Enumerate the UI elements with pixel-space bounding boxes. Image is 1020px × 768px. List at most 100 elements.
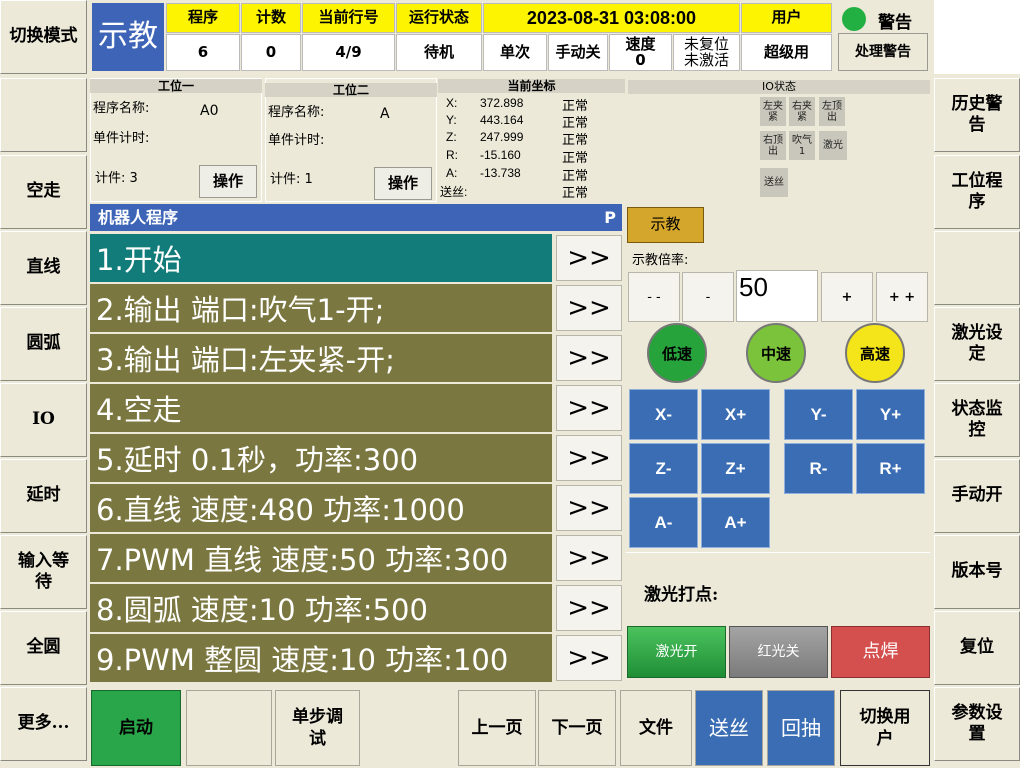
switch-mode-button[interactable]: 切换模式 [0, 0, 87, 74]
previous-page-button[interactable]: 上一页 [458, 690, 536, 766]
program-flag: P [604, 208, 616, 227]
reset-button[interactable]: 复位 [934, 611, 1020, 685]
datetime-display: 2023-08-31 03:08:00 [483, 3, 740, 33]
program-line[interactable]: 1.开始 [90, 234, 552, 282]
program-line[interactable]: 6.直线 速度:480 功率:1000 [90, 484, 552, 532]
program-line[interactable]: 7.PWM 直线 速度:50 功率:300 [90, 534, 552, 582]
program-line[interactable]: 3.输出 端口:左夹紧-开; [90, 334, 552, 382]
io-button[interactable]: IO [0, 383, 87, 457]
laser-point-label: 激光打点: [644, 585, 719, 605]
spot-weld-button[interactable]: 点焊 [831, 626, 930, 678]
io-laser: 激光 [819, 131, 847, 160]
jog-r-minus-button[interactable]: R- [784, 443, 853, 494]
station-program-button[interactable]: 工位程序 [934, 155, 1020, 229]
full-circle-button[interactable]: 全圆 [0, 611, 87, 685]
jog-x-plus-button[interactable]: X+ [701, 389, 770, 440]
step-debug-button[interactable]: 单步调试 [275, 690, 360, 766]
program-line-edit-button[interactable]: >> [556, 335, 622, 381]
laser-on-button[interactable]: 激光开 [627, 626, 726, 678]
program-line[interactable]: 9.PWM 整圆 速度:10 功率:100 [90, 634, 552, 682]
program-line[interactable]: 4.空走 [90, 384, 552, 432]
program-line-edit-button[interactable]: >> [556, 585, 622, 631]
history-alarm-button[interactable]: 历史警告 [934, 78, 1020, 152]
io-wire-feed: 送丝 [760, 168, 788, 197]
more-button[interactable]: 更多... [0, 687, 87, 761]
laser-settings-button[interactable]: 激光设定 [934, 307, 1020, 381]
mode-indicator: 示教 [92, 3, 164, 71]
left-blank-button[interactable] [0, 78, 87, 152]
jog-a-plus-button[interactable]: A+ [701, 497, 770, 548]
next-page-button[interactable]: 下一页 [538, 690, 616, 766]
jog-a-minus-button[interactable]: A- [629, 497, 698, 548]
jog-x-minus-button[interactable]: X- [629, 389, 698, 440]
mid-speed-button[interactable]: 中速 [746, 323, 806, 383]
program-line-edit-button[interactable]: >> [556, 485, 622, 531]
jog-y-plus-button[interactable]: Y+ [856, 389, 925, 440]
arc-button[interactable]: 圆弧 [0, 307, 87, 381]
coord-axis: A: [446, 166, 458, 180]
bottom-blank-button[interactable] [186, 690, 272, 766]
coord-value: 372.898 [480, 96, 524, 110]
program-line-edit-button[interactable]: >> [556, 635, 622, 681]
status-label: 运行状态 [396, 3, 482, 33]
teach-divider [626, 552, 930, 553]
station2-name-value: A [380, 106, 390, 122]
rate-increase-large-button[interactable]: + + [876, 272, 928, 322]
station2-operate-button[interactable]: 操作 [374, 167, 432, 200]
io-blow1: 吹气1 [789, 131, 815, 160]
switch-user-button[interactable]: 切换用户 [840, 690, 930, 766]
single-cycle-button[interactable]: 单次 [483, 34, 547, 71]
version-button[interactable]: 版本号 [934, 535, 1020, 609]
right-blank-button[interactable] [934, 231, 1020, 305]
coord-status: 正常 [562, 150, 589, 165]
low-speed-button[interactable]: 低速 [647, 323, 707, 383]
jog-z-minus-button[interactable]: Z- [629, 443, 698, 494]
coord-axis: Z: [446, 130, 457, 144]
program-line-edit-button[interactable]: >> [556, 535, 622, 581]
teach-rate-label: 示教倍率: [632, 253, 689, 268]
program-line[interactable]: 2.输出 端口:吹气1-开; [90, 284, 552, 332]
station1-operate-button[interactable]: 操作 [199, 165, 257, 198]
delay-button[interactable]: 延时 [0, 459, 87, 533]
teach-rate-input[interactable]: 50 [736, 270, 818, 322]
line-label: 当前行号 [302, 3, 395, 33]
rate-decrease-button[interactable]: - [682, 272, 734, 322]
input-wait-button[interactable]: 输入等待 [0, 535, 87, 609]
manual-on-button[interactable]: 手动开 [934, 459, 1020, 533]
io-right-eject: 右顶出 [760, 131, 786, 160]
jog-y-minus-button[interactable]: Y- [784, 389, 853, 440]
alarm-status-icon [842, 7, 866, 31]
program-line-edit-button[interactable]: >> [556, 235, 622, 281]
parameter-settings-button[interactable]: 参数设置 [934, 687, 1020, 761]
jog-z-plus-button[interactable]: Z+ [701, 443, 770, 494]
idle-move-button[interactable]: 空走 [0, 155, 87, 229]
manual-off-button[interactable]: 手动关 [548, 34, 608, 71]
rate-decrease-large-button[interactable]: - - [628, 272, 680, 322]
status-monitor-button[interactable]: 状态监控 [934, 383, 1020, 457]
wire-feed-button[interactable]: 送丝 [695, 690, 763, 766]
rate-increase-button[interactable]: + [821, 272, 873, 322]
coord-status: 正常 [562, 185, 589, 200]
file-button[interactable]: 文件 [620, 690, 692, 766]
program-line-edit-button[interactable]: >> [556, 285, 622, 331]
wire-retract-button[interactable]: 回抽 [767, 690, 835, 766]
station2-name-label: 程序名称: [268, 105, 325, 120]
start-button[interactable]: 启动 [91, 690, 181, 766]
line-value: 4/9 [302, 34, 395, 71]
program-value: 6 [166, 34, 240, 71]
user-value: 超级用 [741, 34, 832, 71]
jog-r-plus-button[interactable]: R+ [856, 443, 925, 494]
station1-name-label: 程序名称: [93, 101, 150, 116]
program-line[interactable]: 8.圆弧 速度:10 功率:500 [90, 584, 552, 632]
program-line[interactable]: 5.延时 0.1秒，功率:300 [90, 434, 552, 482]
coord-value: -15.160 [480, 148, 521, 162]
program-label: 程序 [166, 3, 240, 33]
high-speed-button[interactable]: 高速 [845, 323, 905, 383]
red-light-off-button[interactable]: 红光关 [729, 626, 828, 678]
program-line-edit-button[interactable]: >> [556, 385, 622, 431]
program-line-edit-button[interactable]: >> [556, 435, 622, 481]
handle-alarm-button[interactable]: 处理警告 [838, 33, 928, 71]
teach-button[interactable]: 示教 [627, 207, 704, 243]
line-button[interactable]: 直线 [0, 231, 87, 305]
io-title: IO状态 [628, 80, 930, 94]
